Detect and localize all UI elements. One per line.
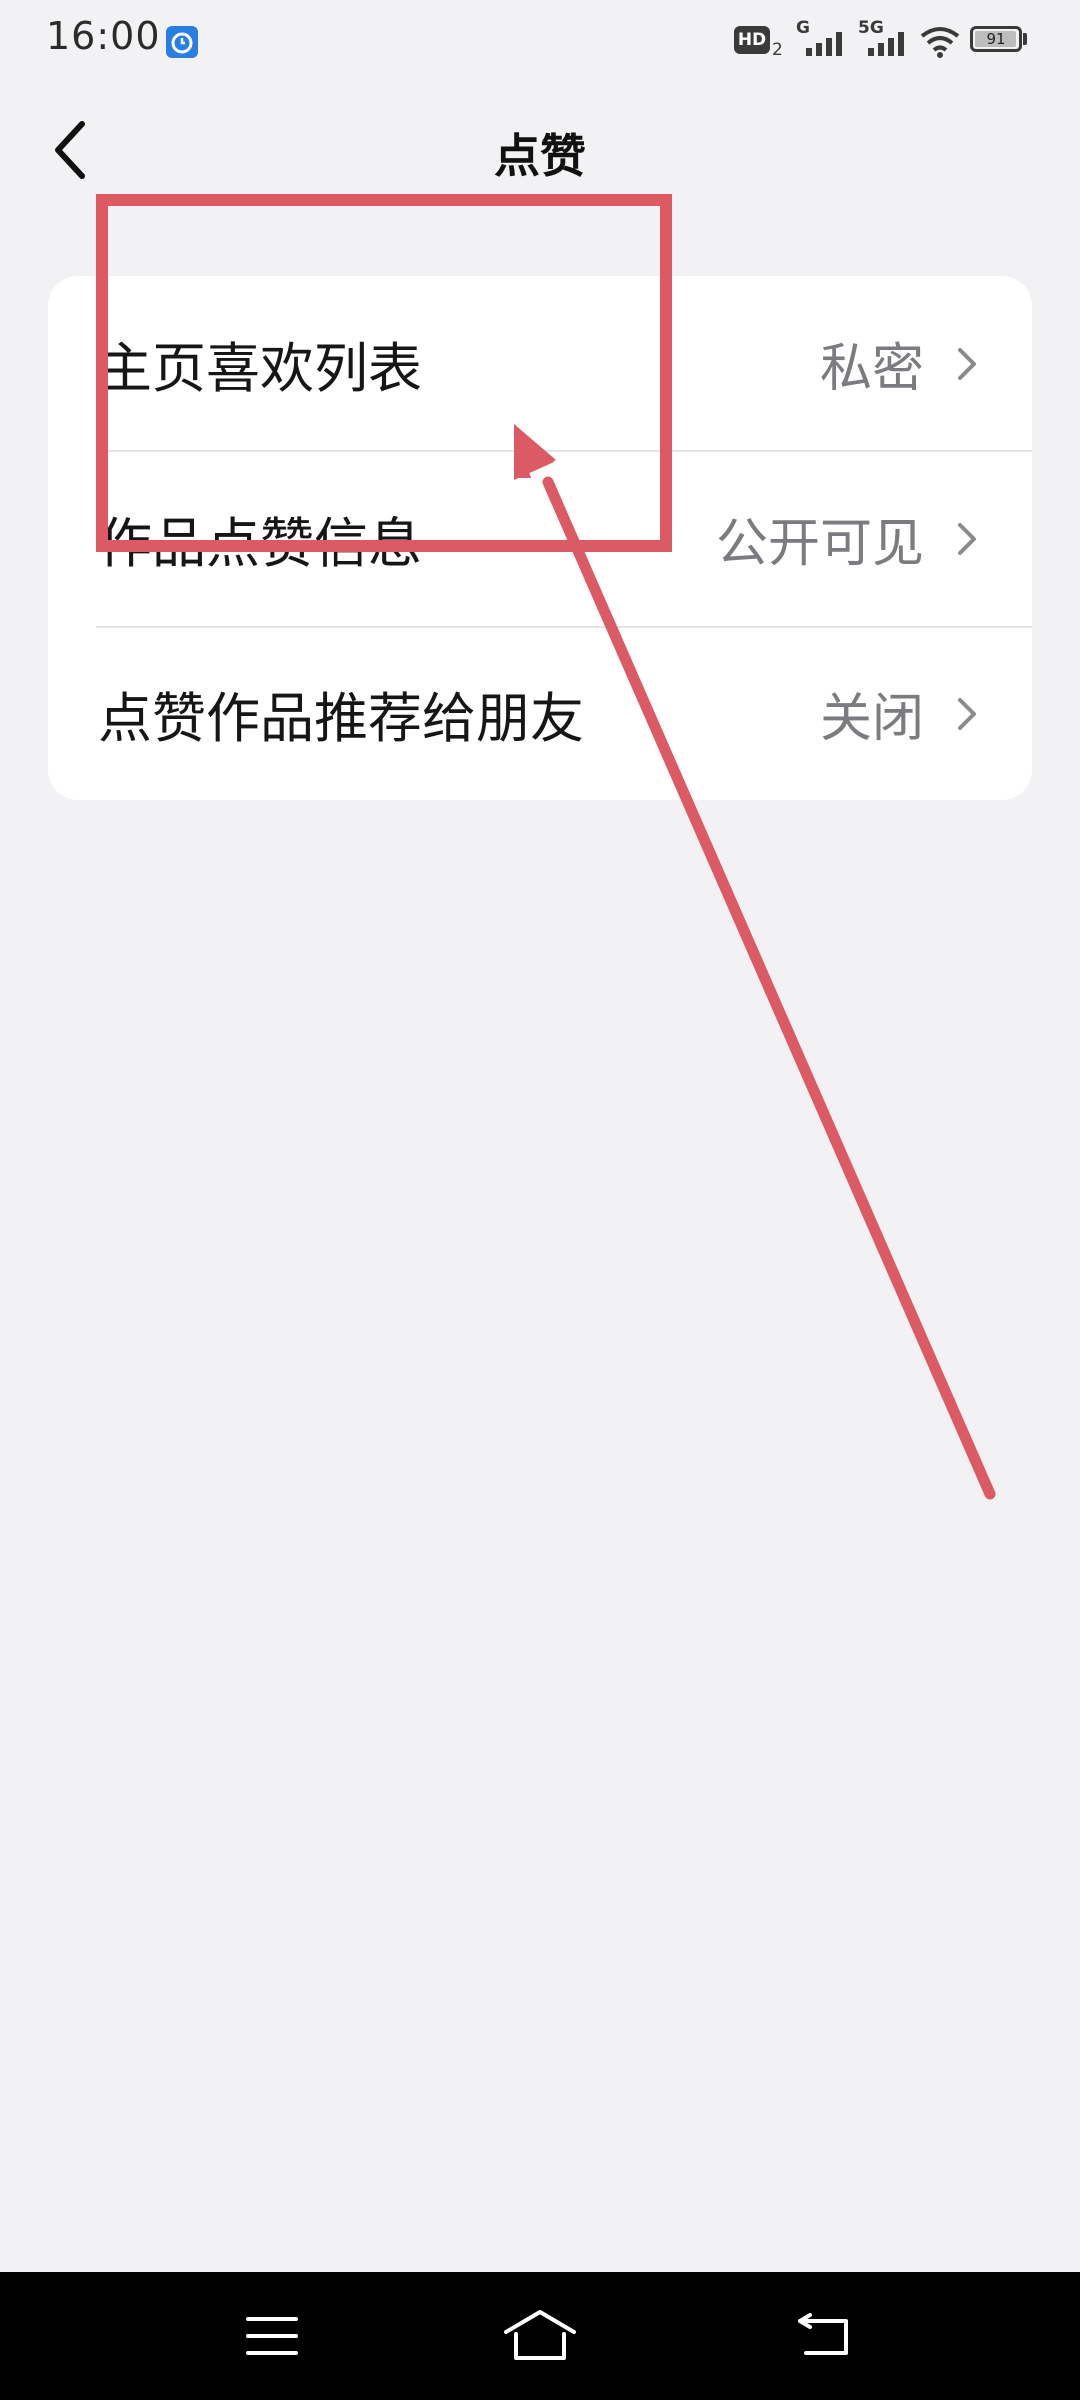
status-time: 16:00 bbox=[46, 14, 161, 58]
setting-row-homepage-likes[interactable]: 主页喜欢列表 私密 bbox=[48, 276, 1032, 451]
header: 点赞 bbox=[0, 90, 1080, 210]
menu-button[interactable] bbox=[222, 2294, 322, 2378]
back-nav-button[interactable] bbox=[774, 2294, 874, 2378]
status-icons: HD 2 G 5G 91 bbox=[734, 18, 1034, 64]
setting-row-recommend-liked[interactable]: 点赞作品推荐给朋友 关闭 bbox=[48, 626, 1032, 800]
page-title: 点赞 bbox=[494, 129, 586, 183]
setting-value: 私密 bbox=[819, 339, 924, 399]
hd-icon: HD bbox=[734, 26, 770, 54]
signal-5g-icon bbox=[868, 32, 904, 56]
setting-value: 关闭 bbox=[819, 689, 924, 749]
alarm-icon bbox=[166, 26, 198, 58]
setting-label: 主页喜欢列表 bbox=[98, 337, 422, 400]
home-icon bbox=[504, 2310, 576, 2360]
page: 16:00 HD 2 G 5G 91 点赞 主页喜欢列表 私密 作品点赞信息 公… bbox=[0, 0, 1080, 2400]
setting-label: 点赞作品推荐给朋友 bbox=[98, 687, 584, 750]
battery-tip bbox=[1023, 33, 1027, 45]
chevron-right-icon bbox=[958, 522, 976, 555]
signal-icon bbox=[806, 32, 842, 56]
home-button[interactable] bbox=[490, 2294, 590, 2378]
hd-label: HD bbox=[737, 30, 767, 50]
chevron-right-icon bbox=[958, 697, 976, 730]
chevron-right-icon bbox=[958, 347, 976, 380]
wifi-icon bbox=[920, 27, 960, 58]
setting-row-work-likes-info[interactable]: 作品点赞信息 公开可见 bbox=[48, 451, 1032, 626]
menu-icon bbox=[246, 2317, 298, 2355]
back-icon bbox=[798, 2313, 848, 2355]
setting-value: 公开可见 bbox=[715, 514, 924, 574]
battery-percent: 91 bbox=[986, 30, 1006, 48]
setting-label: 作品点赞信息 bbox=[98, 512, 422, 575]
status-bar: 16:00 HD 2 G 5G 91 bbox=[0, 0, 1080, 80]
battery-icon: 91 bbox=[970, 26, 1022, 52]
sim-slot-label: 2 bbox=[772, 40, 783, 60]
navigation-bar bbox=[0, 2272, 1080, 2400]
settings-card: 主页喜欢列表 私密 作品点赞信息 公开可见 点赞作品推荐给朋友 关闭 bbox=[48, 276, 1032, 800]
